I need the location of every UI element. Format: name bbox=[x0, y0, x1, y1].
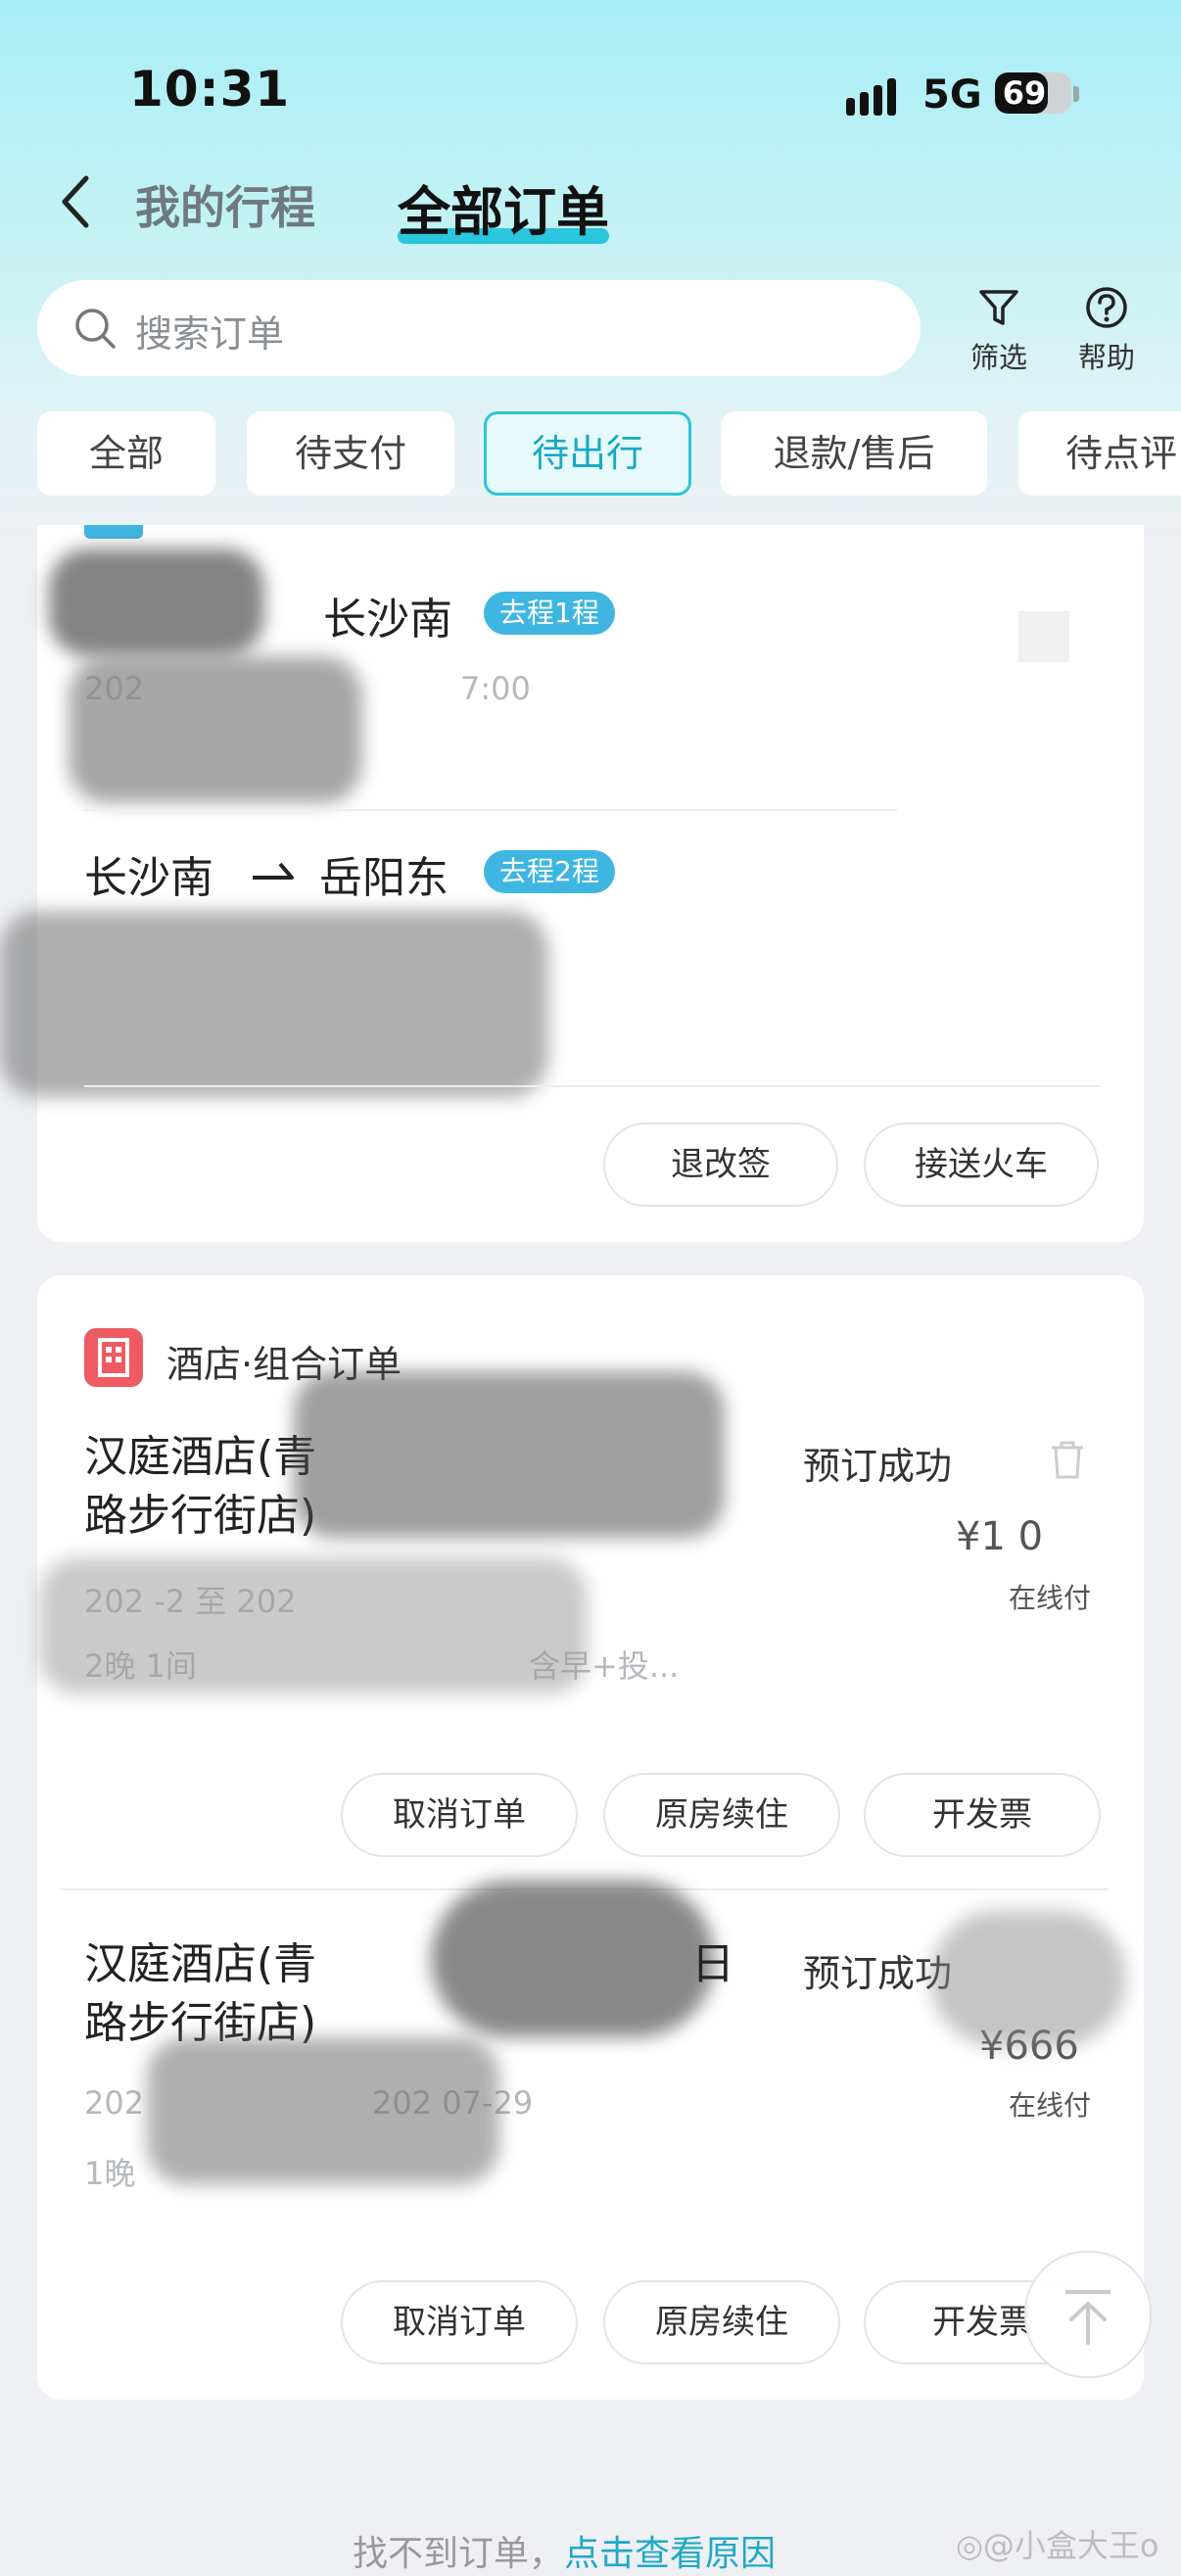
tab-all-orders[interactable]: 全部订单 bbox=[398, 168, 609, 246]
leg1-badge: 去程1程 bbox=[484, 592, 615, 635]
hotel2-date-start: 202 bbox=[84, 2084, 145, 2122]
leg2-arrival-station: 岳阳东 bbox=[319, 853, 449, 903]
chip-all[interactable]: 全部 bbox=[37, 411, 215, 496]
weibo-icon: ◎ bbox=[956, 2527, 983, 2564]
hotel1-status: 预订成功 bbox=[803, 1445, 953, 1488]
change-ticket-button[interactable]: 退改签 bbox=[603, 1122, 838, 1207]
redacted-area bbox=[49, 549, 264, 656]
redacted-area bbox=[147, 2037, 499, 2184]
leg-divider bbox=[84, 809, 897, 811]
help-button[interactable]: 帮助 bbox=[1067, 286, 1146, 376]
hotel2-nights: 1晚 bbox=[84, 2155, 136, 2192]
chip-upcoming[interactable]: 待出行 bbox=[484, 411, 691, 496]
redacted-area bbox=[294, 1371, 725, 1538]
search-icon bbox=[72, 306, 118, 351]
battery-level: 69 bbox=[1002, 74, 1047, 112]
watermark-text: @小盒大王o bbox=[982, 2527, 1159, 2564]
chip-pending-review[interactable]: 待点评 bbox=[1018, 411, 1181, 496]
signal-icon bbox=[846, 76, 903, 116]
battery-cap bbox=[1073, 86, 1079, 102]
scroll-top-icon bbox=[1065, 2290, 1110, 2345]
redacted-area bbox=[431, 1881, 715, 2037]
filter-label: 筛选 bbox=[969, 341, 1027, 374]
leg2-departure-station: 长沙南 bbox=[84, 853, 213, 903]
redacted-area bbox=[0, 911, 548, 1097]
delete-icon[interactable] bbox=[1048, 1438, 1087, 1481]
footer-hint: 找不到订单，点击查看原因 bbox=[353, 2525, 776, 2576]
tab-all-orders-label: 全部订单 bbox=[398, 181, 609, 243]
hotel2-renew-button[interactable]: 原房续住 bbox=[603, 2280, 840, 2364]
hotel1-price: ¥1 0 bbox=[956, 1514, 1044, 1559]
redacted-area bbox=[69, 656, 362, 803]
route-arrow-icon bbox=[251, 858, 296, 882]
train-transfer-button[interactable]: 接送火车 bbox=[864, 1122, 1099, 1207]
battery-icon: 69 bbox=[995, 72, 1071, 114]
redacted-area bbox=[930, 1910, 1126, 2047]
hotel-building-icon bbox=[84, 1328, 143, 1387]
hotel2-status: 预订成功 bbox=[803, 1952, 953, 1995]
hotel2-cancel-button[interactable]: 取消订单 bbox=[341, 2280, 578, 2364]
help-label: 帮助 bbox=[1077, 341, 1135, 374]
redacted-area bbox=[39, 1557, 588, 1694]
hotel1-renew-button[interactable]: 原房续住 bbox=[603, 1773, 840, 1857]
network-type: 5G bbox=[922, 72, 982, 118]
scroll-to-top-button[interactable] bbox=[1024, 2251, 1152, 2378]
watermark: ◎@小盒大王o bbox=[956, 2521, 1159, 2566]
hotel1-cancel-button[interactable]: 取消订单 bbox=[341, 1773, 578, 1857]
help-icon bbox=[1086, 287, 1127, 328]
filter-icon bbox=[979, 290, 1018, 325]
filter-button[interactable]: 筛选 bbox=[960, 286, 1038, 376]
leg1-time: 7:00 bbox=[460, 670, 531, 707]
tab-my-trips[interactable]: 我的行程 bbox=[135, 172, 315, 237]
train-icon bbox=[84, 525, 143, 539]
delete-icon[interactable] bbox=[1018, 611, 1069, 662]
leg1-arrival-station: 长沙南 bbox=[323, 595, 452, 644]
hotel2-pay-type: 在线付 bbox=[1009, 2089, 1092, 2122]
search-input[interactable]: 搜索订单 bbox=[37, 280, 921, 376]
leg2-badge: 去程2程 bbox=[484, 850, 615, 893]
card-divider bbox=[84, 1085, 1101, 1087]
hotel1-invoice-button[interactable]: 开发票 bbox=[864, 1773, 1101, 1857]
status-time: 10:31 bbox=[129, 61, 291, 118]
search-placeholder: 搜索订单 bbox=[135, 312, 285, 356]
hotel1-pay-type: 在线付 bbox=[1009, 1582, 1092, 1614]
back-chevron-icon[interactable] bbox=[57, 172, 96, 231]
chip-refund[interactable]: 退款/售后 bbox=[721, 411, 987, 496]
chip-pending-payment[interactable]: 待支付 bbox=[247, 411, 454, 496]
